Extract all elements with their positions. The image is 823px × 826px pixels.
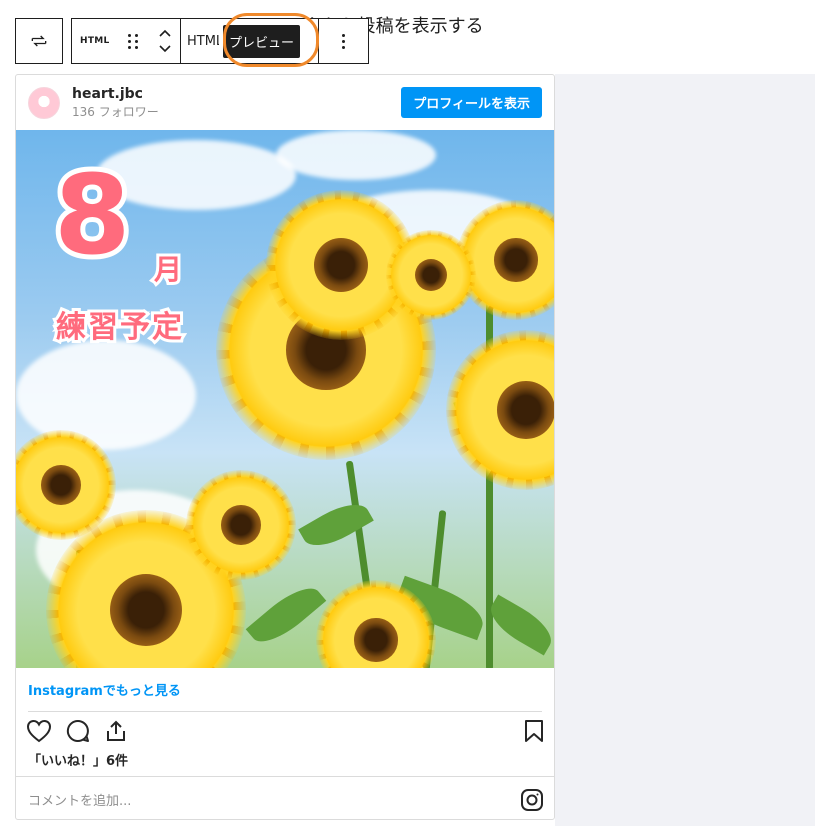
bookmark-icon[interactable] — [524, 719, 544, 743]
chevron-up-icon[interactable] — [158, 29, 172, 38]
kebab-menu-icon — [342, 33, 345, 49]
account-username[interactable]: heart.jbc — [72, 86, 159, 102]
instagram-embed: heart.jbc 136 フォロワー プロフィールを表示 8 月 練習予定 I… — [15, 74, 555, 820]
editor-canvas-background — [555, 74, 815, 826]
drag-handle-icon[interactable] — [127, 33, 140, 49]
comment-row: コメントを追加... — [16, 776, 554, 819]
comment-icon[interactable] — [66, 719, 90, 743]
post-image[interactable]: 8 月 練習予定 — [16, 130, 554, 668]
options-button[interactable] — [319, 18, 369, 64]
post-header: heart.jbc 136 フォロワー プロフィールを表示 — [16, 75, 554, 130]
block-toolbar: HTML HTML プレビュー — [15, 18, 369, 65]
transform-button[interactable] — [15, 18, 63, 64]
post-title-month: 月 — [151, 250, 185, 289]
block-movers — [158, 29, 172, 53]
comment-input[interactable]: コメントを追加... — [28, 790, 131, 809]
account-info: heart.jbc 136 フォロワー — [72, 86, 159, 120]
post-actions — [16, 712, 554, 750]
view-more-link[interactable]: Instagramでもっと見る — [28, 668, 542, 712]
html-block-icon[interactable]: HTML — [80, 36, 110, 46]
like-count[interactable]: 「いいね！」6件 — [16, 750, 554, 776]
transform-arrows-icon — [31, 35, 47, 47]
tab-preview[interactable]: プレビュー — [223, 24, 301, 58]
chevron-down-icon[interactable] — [158, 44, 172, 53]
avatar[interactable] — [28, 86, 60, 119]
view-profile-button[interactable]: プロフィールを表示 — [401, 87, 542, 118]
heart-icon[interactable] — [26, 719, 52, 743]
tab-html[interactable]: HTML — [187, 34, 219, 49]
post-title-number: 8 — [49, 151, 135, 279]
more-link-row: Instagramでもっと見る — [16, 668, 554, 712]
post-title-caption: 練習予定 — [53, 307, 185, 348]
instagram-logo-icon[interactable] — [520, 788, 544, 812]
follower-count: 136 フォロワー — [72, 104, 159, 119]
block-controls: HTML — [71, 18, 181, 64]
html-mode-tabs: HTML プレビュー — [181, 18, 319, 64]
share-icon[interactable] — [104, 719, 128, 743]
